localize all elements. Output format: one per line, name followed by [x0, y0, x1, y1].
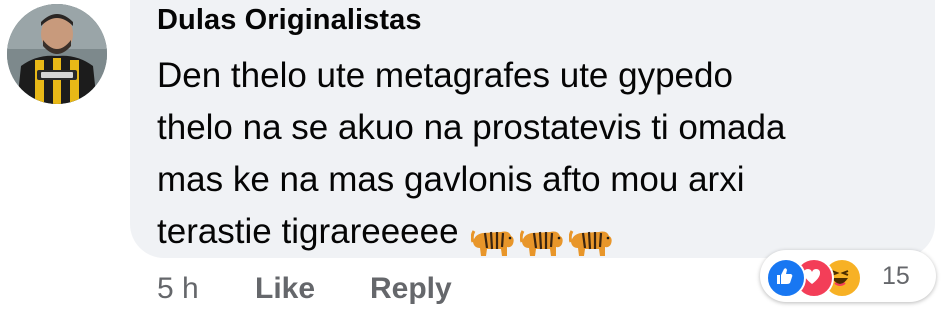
avatar[interactable]	[7, 4, 107, 104]
tiger-icon	[470, 229, 514, 256]
like-icon	[766, 258, 806, 298]
like-button[interactable]: Like	[255, 272, 315, 306]
comment-line: thelo na se akuo na prostatevis ti omada	[157, 108, 786, 147]
comment-line: mas ke na mas gavlonis afto mou arxi	[157, 160, 745, 199]
comment-author[interactable]: Dulas Originalistas	[157, 4, 422, 37]
reactions-summary[interactable]: 15	[760, 250, 936, 302]
comment-thread: Dulas Originalistas Den thelo ute metagr…	[0, 0, 945, 328]
comment-timestamp[interactable]: 5 h	[157, 272, 199, 306]
reply-button[interactable]: Reply	[370, 272, 452, 306]
comment-text: Den thelo ute metagrafes ute gypedo thel…	[157, 50, 917, 258]
comment-line-text: terastie tigrareeeee	[157, 212, 459, 251]
tiger-icon	[568, 229, 612, 256]
avatar-photo	[7, 4, 107, 104]
reaction-count: 15	[882, 262, 910, 290]
comment-line: Den thelo ute metagrafes ute gypedo	[157, 56, 733, 95]
emoji-group	[470, 212, 618, 264]
tiger-icon	[519, 229, 563, 256]
